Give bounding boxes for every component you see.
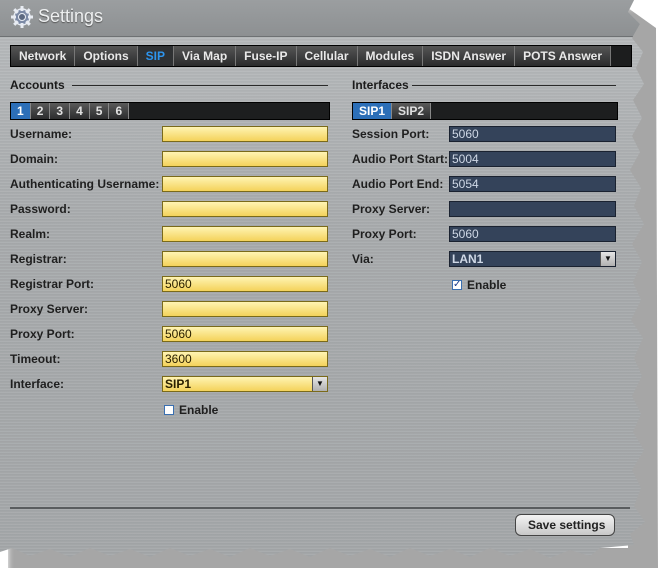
realm-input[interactable] bbox=[162, 226, 328, 242]
account-tab-4[interactable]: 4 bbox=[70, 103, 90, 119]
interface-tab-sip2[interactable]: SIP2 bbox=[392, 103, 432, 119]
interface-enable-label: Enable bbox=[467, 278, 507, 292]
via-label: Via: bbox=[352, 252, 374, 266]
interface-tab-sip1[interactable]: SIP1 bbox=[353, 103, 393, 119]
password-input[interactable] bbox=[162, 201, 328, 217]
account-tab-3[interactable]: 3 bbox=[50, 103, 71, 119]
window-title: Settings bbox=[38, 6, 104, 26]
registrar-input[interactable] bbox=[162, 251, 328, 267]
accounts-divider bbox=[72, 85, 328, 86]
account-enable-label: Enable bbox=[179, 403, 219, 417]
proxy-port-label: Proxy Port: bbox=[10, 327, 75, 341]
auth-username-input[interactable] bbox=[162, 176, 328, 192]
main-tabbar: Network Options SIP Via Map Fuse-IP Cellular M… bbox=[10, 45, 632, 67]
via-select-value: LAN1 bbox=[452, 252, 484, 266]
interface-label: Interface: bbox=[10, 377, 65, 391]
tab-network[interactable]: Network bbox=[11, 46, 76, 66]
timeout-input[interactable]: 3600 bbox=[162, 351, 328, 367]
registrar-label: Registrar: bbox=[10, 252, 67, 266]
session-port-label: Session Port: bbox=[352, 127, 430, 141]
interface-enable-checkbox[interactable]: ✓ bbox=[452, 280, 462, 290]
chevron-down-icon[interactable]: ▼ bbox=[312, 377, 327, 391]
registrar-port-label: Registrar Port: bbox=[10, 277, 95, 291]
save-settings-button[interactable]: Save settings bbox=[515, 514, 615, 536]
tab-pots-answer[interactable]: POTS Answer bbox=[515, 46, 612, 66]
tab-fuse-ip[interactable]: Fuse-IP bbox=[236, 46, 297, 66]
iface-proxy-server-input[interactable] bbox=[449, 201, 616, 217]
auth-username-label: Authenticating Username: bbox=[10, 177, 160, 191]
interface-select[interactable]: SIP1 ▼ bbox=[162, 376, 328, 392]
iface-proxy-port-input[interactable]: 5060 bbox=[449, 226, 616, 242]
interfaces-divider bbox=[412, 85, 616, 86]
gear-icon bbox=[11, 6, 33, 28]
timeout-label: Timeout: bbox=[10, 352, 61, 366]
audio-port-end-input[interactable]: 5054 bbox=[449, 176, 616, 192]
settings-window: Settings Network Options SIP Via Map Fuse-IP… bbox=[0, 0, 645, 558]
tab-modules[interactable]: Modules bbox=[357, 46, 424, 66]
account-enable-checkbox[interactable] bbox=[164, 405, 174, 415]
username-label: Username: bbox=[10, 127, 73, 141]
tab-sip[interactable]: SIP bbox=[137, 46, 175, 66]
account-tab-5[interactable]: 5 bbox=[89, 103, 110, 119]
username-input[interactable] bbox=[162, 126, 328, 142]
domain-label: Domain: bbox=[10, 152, 58, 166]
chevron-down-icon[interactable]: ▼ bbox=[600, 252, 615, 266]
proxy-server-label: Proxy Server: bbox=[10, 302, 89, 316]
iface-proxy-server-label: Proxy Server: bbox=[352, 202, 431, 216]
account-tab-6[interactable]: 6 bbox=[109, 103, 130, 119]
tab-options[interactable]: Options bbox=[75, 46, 138, 66]
tab-cellular[interactable]: Cellular bbox=[296, 46, 358, 66]
account-tab-1[interactable]: 1 bbox=[11, 103, 31, 119]
account-tab-2[interactable]: 2 bbox=[30, 103, 51, 119]
interface-select-value: SIP1 bbox=[165, 377, 192, 391]
audio-port-start-label: Audio Port Start: bbox=[352, 152, 448, 166]
realm-label: Realm: bbox=[10, 227, 51, 241]
interfaces-subtabs: SIP1 SIP2 bbox=[352, 102, 618, 120]
password-label: Password: bbox=[10, 202, 71, 216]
checkmark-icon: ✓ bbox=[453, 279, 462, 290]
title-bar: Settings bbox=[0, 0, 645, 37]
proxy-port-input[interactable]: 5060 bbox=[162, 326, 328, 342]
iface-proxy-port-label: Proxy Port: bbox=[352, 227, 417, 241]
session-port-input[interactable]: 5060 bbox=[449, 126, 616, 142]
interfaces-title: Interfaces bbox=[352, 78, 409, 92]
audio-port-end-label: Audio Port End: bbox=[352, 177, 444, 191]
via-select[interactable]: LAN1 ▼ bbox=[449, 251, 616, 267]
tab-via-map[interactable]: Via Map bbox=[174, 46, 237, 66]
registrar-port-input[interactable]: 5060 bbox=[162, 276, 328, 292]
accounts-subtabs: 123456 bbox=[10, 102, 330, 120]
domain-input[interactable] bbox=[162, 151, 328, 167]
audio-port-start-input[interactable]: 5004 bbox=[449, 151, 616, 167]
footer-divider bbox=[10, 507, 630, 509]
proxy-server-input[interactable] bbox=[162, 301, 328, 317]
accounts-title: Accounts bbox=[10, 78, 65, 92]
tab-isdn-answer[interactable]: ISDN Answer bbox=[423, 46, 516, 66]
